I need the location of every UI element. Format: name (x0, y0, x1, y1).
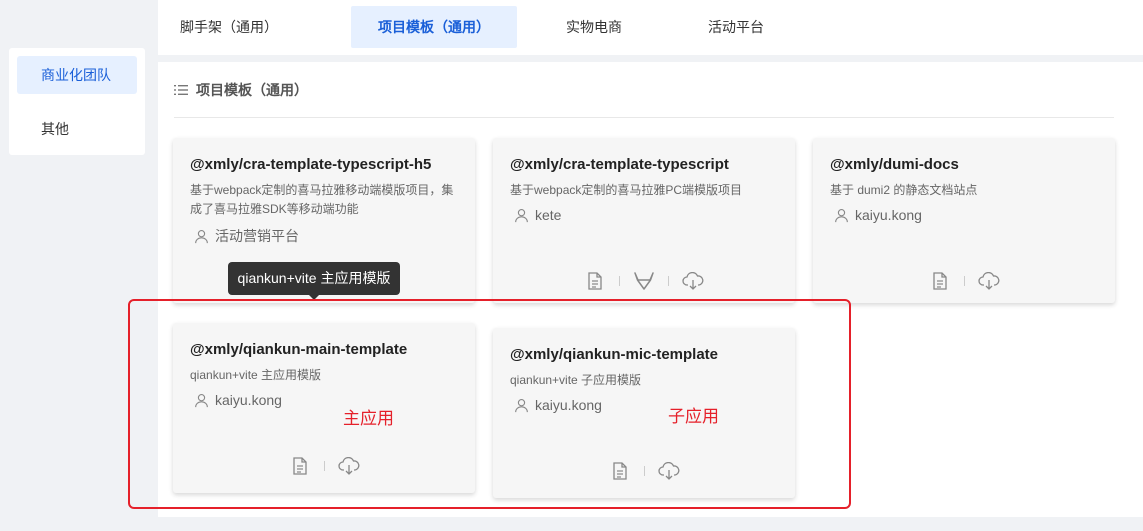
user-icon (515, 208, 528, 222)
tab-activity-platform[interactable]: 活动平台 (692, 6, 780, 48)
top-tab-bar: 脚手架（通用） 项目模板（通用） 实物电商 活动平台 (158, 0, 1143, 55)
gitlab-icon[interactable] (633, 270, 655, 292)
tab-ecommerce[interactable]: 实物电商 (550, 6, 638, 48)
card-author-name: kete (535, 207, 562, 223)
card-title: @xmly/cra-template-typescript (510, 156, 729, 173)
card-author-name: kaiyu.kong (855, 207, 922, 223)
template-card[interactable]: @xmly/dumi-docs 基于 dumi2 的静态文档站点 kaiyu.k… (813, 138, 1115, 303)
card-title: @xmly/cra-template-typescript-h5 (190, 156, 432, 173)
document-icon[interactable] (929, 270, 951, 292)
main-app-label: 主应用 (343, 409, 394, 428)
download-icon[interactable] (977, 270, 1000, 292)
document-icon[interactable] (584, 270, 606, 292)
card-actions (493, 270, 795, 292)
tab-scaffold[interactable]: 脚手架（通用） (170, 6, 288, 48)
card-author: kete (514, 207, 561, 223)
section-header: 项目模板（通用） (174, 78, 308, 102)
card-actions (813, 270, 1115, 292)
action-separator (963, 276, 965, 286)
tab-project-template[interactable]: 项目模板（通用） (351, 6, 517, 48)
sub-app-label: 子应用 (668, 407, 719, 426)
card-author-name: 活动营销平台 (215, 228, 299, 244)
download-icon[interactable] (682, 270, 704, 292)
card-description: 基于webpack定制的喜马拉雅移动端模版项目，集成了喜马拉雅SDK等移动端功能 (190, 183, 454, 216)
card-title: @xmly/dumi-docs (830, 156, 959, 173)
section-divider (174, 117, 1114, 118)
sidebar-item-commercial-team[interactable]: 商业化团队 (17, 56, 137, 94)
action-separator (668, 276, 669, 286)
action-separator (619, 276, 620, 286)
sidebar-item-other[interactable]: 其他 (17, 110, 137, 148)
sidebar: 商业化团队 其他 (9, 48, 145, 155)
user-icon (835, 208, 848, 222)
card-description: 基于webpack定制的喜马拉雅PC端模版项目 (510, 183, 743, 197)
list-icon (174, 85, 188, 95)
card-author: 活动营销平台 (194, 226, 299, 246)
template-card[interactable]: @xmly/cra-template-typescript 基于webpack定… (493, 138, 795, 303)
highlight-box (128, 299, 851, 509)
section-title: 项目模板（通用） (196, 82, 308, 98)
tooltip: qiankun+vite 主应用模版 (228, 262, 400, 295)
card-author: kaiyu.kong (834, 207, 922, 223)
user-icon (195, 229, 208, 243)
card-description: 基于 dumi2 的静态文档站点 (830, 183, 978, 197)
